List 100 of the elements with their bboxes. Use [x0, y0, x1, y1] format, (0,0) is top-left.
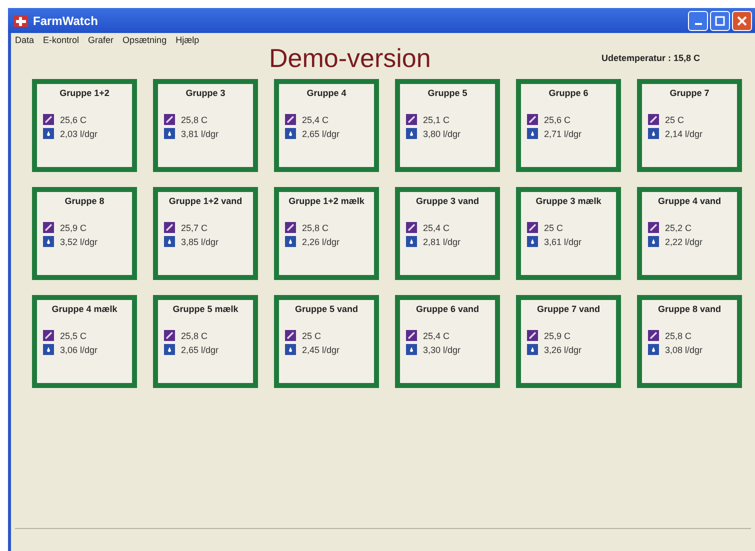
group-card[interactable]: Gruppe 8 25,9 C 3,52 l/dgr — [32, 187, 137, 280]
water-drop-icon — [43, 236, 54, 247]
group-name: Gruppe 5 — [426, 88, 468, 98]
water-drop-icon — [285, 344, 296, 355]
maximize-button[interactable] — [710, 10, 730, 30]
group-name: Gruppe 4 vand — [656, 196, 722, 206]
flow-value: 2,71 l/dgr — [544, 128, 582, 138]
flow-value: 3,26 l/dgr — [544, 344, 582, 354]
outdoor-temperature: Udetemperatur : 15,8 C — [601, 53, 700, 63]
temperature-value: 25,8 C — [665, 330, 692, 340]
minimize-button[interactable] — [688, 10, 708, 30]
temperature-value: 25 C — [544, 222, 564, 232]
group-name: Gruppe 1+2 — [58, 88, 110, 98]
temperature-value: 25,4 C — [302, 114, 329, 124]
menu-item[interactable]: Opsætning — [122, 35, 167, 45]
group-card[interactable]: Gruppe 5 mælk 25,8 C 2,65 l/dgr — [153, 295, 258, 388]
temperature-value: 25 C — [665, 114, 684, 124]
group-card[interactable]: Gruppe 3 vand 25,4 C 2,81 l/dgr — [395, 187, 500, 280]
group-name: Gruppe 6 — [548, 88, 590, 98]
group-name: Gruppe 1+2 mælk — [288, 196, 366, 206]
temperature-value: 25,8 C — [181, 330, 208, 340]
group-card[interactable]: Gruppe 5 25,1 C 3,80 l/dgr — [395, 79, 500, 172]
group-card[interactable]: Gruppe 4 25,4 C 2,65 l/dgr — [274, 79, 379, 172]
group-name: Gruppe 3 vand — [414, 196, 480, 206]
temperature-value: 25,1 C — [423, 114, 450, 124]
temperature-value: 25,4 C — [423, 330, 450, 340]
water-drop-icon — [43, 128, 54, 139]
flow-value: 3,08 l/dgr — [665, 344, 703, 354]
group-card[interactable]: Gruppe 6 25,6 C 2,71 l/dgr — [516, 79, 621, 172]
water-drop-icon — [164, 236, 175, 247]
group-name: Gruppe 1+2 vand — [168, 196, 244, 206]
group-name: Gruppe 7 vand — [536, 304, 601, 314]
flow-value: 2,45 l/dgr — [302, 344, 340, 354]
water-drop-icon — [648, 344, 659, 355]
group-card[interactable]: Gruppe 4 mælk 25,5 C 3,06 l/dgr — [32, 295, 137, 388]
group-name: Gruppe 8 — [64, 196, 106, 206]
water-drop-icon — [648, 236, 659, 247]
temperature-value: 25,9 C — [544, 330, 571, 340]
app-icon — [14, 14, 28, 26]
group-card[interactable]: Gruppe 3 25,8 C 3,81 l/dgr — [153, 79, 258, 172]
water-drop-icon — [406, 128, 417, 139]
minimize-icon — [694, 22, 702, 24]
group-name: Gruppe 5 mælk — [172, 304, 240, 314]
flow-value: 2,81 l/dgr — [423, 236, 461, 246]
group-name: Gruppe 8 vand — [656, 304, 722, 314]
group-name: Gruppe 7 — [668, 88, 710, 98]
flow-value: 2,65 l/dgr — [302, 128, 340, 138]
flow-value: 2,26 l/dgr — [302, 236, 340, 246]
temperature-value: 25 C — [302, 330, 322, 340]
temperature-value: 25,6 C — [544, 114, 571, 124]
flow-value: 2,14 l/dgr — [665, 128, 703, 138]
temperature-value: 25,9 C — [60, 222, 87, 232]
flow-value: 3,61 l/dgr — [544, 236, 582, 246]
water-drop-icon — [527, 128, 538, 139]
group-card[interactable]: Gruppe 3 mælk 25 C 3,61 l/dgr — [516, 187, 621, 280]
water-drop-icon — [406, 236, 417, 247]
group-name: Gruppe 3 mælk — [534, 196, 602, 206]
water-drop-icon — [527, 344, 538, 355]
water-drop-icon — [406, 344, 417, 355]
group-card[interactable]: Gruppe 7 vand 25,9 C 3,26 l/dgr — [516, 295, 621, 388]
water-drop-icon — [648, 128, 659, 139]
temperature-value: 25,6 C — [60, 114, 87, 124]
flow-value: 3,81 l/dgr — [181, 128, 219, 138]
group-name: Gruppe 3 — [184, 88, 226, 98]
temperature-value: 25,7 C — [181, 222, 208, 232]
water-drop-icon — [43, 344, 54, 355]
temperature-value: 25,5 C — [60, 330, 87, 340]
menu-item[interactable]: E-kontrol — [43, 35, 80, 45]
group-card[interactable]: Gruppe 4 vand 25,2 C 2,22 l/dgr — [637, 187, 742, 280]
group-card[interactable]: Gruppe 8 vand 25,8 C 3,08 l/dgr — [637, 295, 742, 388]
flow-value: 3,85 l/dgr — [181, 236, 219, 246]
group-name: Gruppe 6 vand — [414, 304, 480, 314]
group-card[interactable]: Gruppe 1+2 25,6 C 2,03 l/dgr — [32, 79, 137, 172]
menu-item[interactable]: Data — [15, 35, 34, 45]
close-icon — [737, 16, 747, 26]
group-card[interactable]: Gruppe 7 25 C 2,14 l/dgr — [637, 79, 742, 172]
close-button[interactable] — [732, 10, 752, 30]
water-drop-icon — [285, 236, 296, 247]
group-name: Gruppe 4 — [306, 88, 348, 98]
flow-value: 3,06 l/dgr — [60, 344, 98, 354]
group-name: Gruppe 4 mælk — [50, 304, 118, 314]
flow-value: 3,80 l/dgr — [423, 128, 461, 138]
demo-title: Demo-version — [269, 42, 431, 74]
group-name: Gruppe 5 vand — [294, 304, 359, 314]
flow-value: 2,65 l/dgr — [181, 344, 219, 354]
flow-value: 3,30 l/dgr — [423, 344, 461, 354]
group-card[interactable]: Gruppe 6 vand 25,4 C 3,30 l/dgr — [395, 295, 500, 388]
menu-item[interactable]: Grafer — [88, 35, 114, 45]
flow-value: 2,03 l/dgr — [60, 128, 98, 138]
temperature-value: 25,4 C — [423, 222, 450, 232]
temperature-value: 25,2 C — [665, 222, 692, 232]
window-title: FarmWatch — [33, 14, 98, 28]
menu-item[interactable]: Hjælp — [176, 35, 200, 45]
temperature-value: 25,8 C — [181, 114, 208, 124]
group-card[interactable]: Gruppe 1+2 vand 25,7 C 3,85 l/dgr — [153, 187, 258, 280]
temperature-value: 25,8 C — [302, 222, 329, 232]
water-drop-icon — [164, 128, 175, 139]
group-card[interactable]: Gruppe 5 vand 25 C 2,45 l/dgr — [274, 295, 379, 388]
group-card[interactable]: Gruppe 1+2 mælk 25,8 C 2,26 l/dgr — [274, 187, 379, 280]
flow-value: 2,22 l/dgr — [665, 236, 703, 246]
